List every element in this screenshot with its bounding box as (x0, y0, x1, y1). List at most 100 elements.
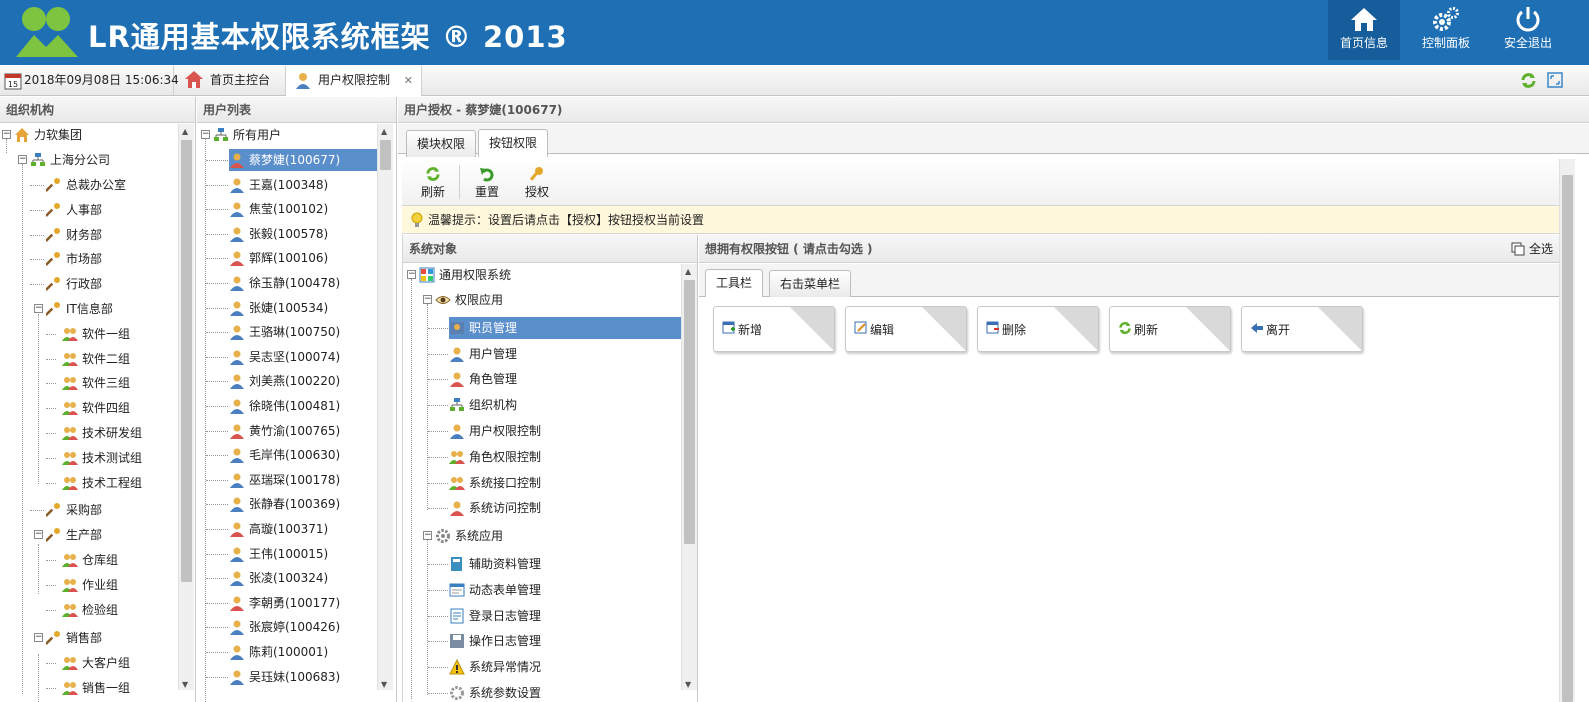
tab-button-permission[interactable]: 按钮权限 (478, 129, 549, 157)
auth-tabstrip (398, 124, 1589, 154)
collapse-toggle-icon[interactable]: − (34, 633, 43, 643)
datetime-display: 15 2018年09月08日 15:06:34 (0, 66, 179, 95)
fullscreen-icon[interactable] (1547, 72, 1563, 88)
user-icon (230, 227, 244, 242)
tip-bar: 温馨提示：设置后请点击【授权】按钮授权当前设置 (402, 206, 1559, 234)
tab-label: 首页主控台 (210, 73, 271, 87)
lightbulb-icon (411, 212, 423, 227)
group-icon (62, 476, 78, 490)
tree-label: 总裁办公室 (66, 178, 127, 192)
user-icon (230, 276, 244, 291)
toolbar (402, 159, 1559, 206)
tab-context-menu[interactable]: 右击菜单栏 (769, 270, 852, 297)
collapse-toggle-icon[interactable]: − (423, 531, 432, 541)
tree-label: 用户权限控制 (469, 424, 542, 438)
auth-scrollbar[interactable] (1559, 159, 1575, 702)
tree-label: 蔡梦婕(100677) (249, 153, 341, 167)
tree-label: 王骆琳(100750) (249, 325, 341, 340)
authorize-button[interactable]: 授权 (517, 166, 557, 200)
tree-label: 权限应用 (455, 293, 504, 307)
perm-edit-button[interactable]: 编辑 (845, 306, 967, 352)
users-scrollbar[interactable]: ▲ ▼ (377, 124, 393, 690)
tree-label: 行政部 (66, 277, 103, 292)
org-scrollbar[interactable]: ▲ ▼ (178, 124, 194, 690)
tree-label: 通用权限系统 (439, 268, 512, 282)
user-icon (230, 547, 244, 562)
toolbar-refresh-button[interactable]: 刷新 (413, 166, 453, 200)
tree-node-module[interactable]: 职员管理 (449, 316, 681, 339)
tree-label: 采购部 (66, 503, 103, 518)
control-panel-button[interactable]: 控制面板 (1410, 0, 1482, 60)
collapse-toggle-icon[interactable]: − (423, 295, 432, 304)
authorize-label: 授权 (524, 185, 549, 199)
collapse-toggle-icon[interactable]: − (201, 130, 210, 139)
tree-label: 系统异常情况 (469, 660, 542, 675)
tree-label: 力软集团 (34, 128, 83, 142)
tree-label: 吴珏妹(100683) (249, 669, 341, 684)
reset-button[interactable]: 重置 (467, 166, 507, 200)
tab-home-console[interactable]: 首页主控台 (174, 66, 286, 95)
close-icon[interactable]: ✕ (404, 66, 413, 95)
tree-label: 吴志坚(100074) (249, 349, 341, 364)
select-all-label: 全选 (1528, 242, 1553, 256)
tab-user-permission[interactable]: 用户权限控制 ✕ (286, 66, 422, 96)
tree-label: 操作日志管理 (469, 634, 542, 649)
tab-label: 用户权限控制 (318, 73, 391, 87)
collapse-toggle-icon[interactable]: − (34, 304, 43, 313)
collapse-toggle-icon[interactable]: − (407, 270, 416, 279)
collapse-toggle-icon[interactable]: − (34, 530, 43, 540)
home-icon (185, 71, 203, 88)
perm-delete-button[interactable]: 删除 (977, 306, 1099, 352)
tree-label: 李朝勇(100177) (249, 595, 341, 610)
user-icon (230, 473, 244, 488)
delete-icon (986, 321, 999, 334)
control-panel-label: 控制面板 (1421, 36, 1470, 50)
select-all-button[interactable]: 全选 (1511, 241, 1553, 257)
tree-label: 技术测试组 (82, 450, 143, 465)
refresh-icon[interactable] (1520, 72, 1537, 89)
tab-bar: 15 2018年09月08日 15:06:34 首页主控台 用户权限控制 ✕ (0, 65, 1589, 96)
button-permission-title: 想拥有权限按钮 ( 请点击勾选 ) (699, 235, 1559, 263)
tab-module-permission[interactable]: 模块权限 (406, 130, 477, 157)
home-info-button[interactable]: 首页信息 (1328, 0, 1400, 60)
tree-label: 销售部 (66, 631, 103, 646)
perm-add-button[interactable]: 新增 (713, 306, 835, 352)
female-user-icon (450, 372, 464, 388)
toolbar-refresh-label: 刷新 (420, 185, 445, 199)
user-icon (230, 620, 244, 636)
group-icon (62, 377, 78, 391)
tab-toolbar[interactable]: 工具栏 (705, 269, 764, 297)
tree-label: 所有用户 (233, 128, 282, 142)
tree-label: 仓库组 (82, 553, 119, 567)
gear-icon (436, 529, 450, 544)
perm-refresh-button[interactable]: 刷新 (1109, 306, 1231, 352)
dept-icon (46, 528, 60, 543)
users-panel: 用户列表 − 所有用户 蔡梦婕(100677) 王嘉(100348) 焦莹(100102… (197, 97, 397, 702)
logout-button[interactable]: 安全退出 (1492, 0, 1564, 60)
svg-text:15: 15 (8, 80, 18, 89)
log-icon (450, 608, 464, 624)
tree-label: 刘美燕(100220) (249, 374, 341, 389)
disk-icon (450, 634, 464, 649)
system-tree-scrollbar[interactable]: ▲ ▼ (681, 264, 697, 690)
grid-icon (419, 267, 435, 283)
group-icon (62, 682, 78, 695)
tree-label: 系统访问控制 (469, 501, 542, 516)
tree-label: 软件一组 (82, 326, 131, 341)
user-list-item[interactable]: 蔡梦婕(100677) (229, 149, 377, 171)
female-user-icon (450, 501, 464, 517)
home-info-label: 首页信息 (1339, 36, 1388, 50)
user-icon (450, 424, 464, 439)
edit-icon (854, 321, 867, 334)
perm-delete-label: 删除 (1002, 323, 1027, 337)
group-icon (62, 451, 78, 465)
perm-leave-button[interactable]: 离开 (1241, 306, 1363, 352)
tree-label: 人事部 (66, 202, 103, 217)
user-icon (230, 202, 244, 218)
tree-label: 软件三组 (82, 376, 131, 391)
tree-label: 张婕(100534) (249, 300, 329, 315)
female-user-icon (230, 596, 244, 611)
collapse-toggle-icon[interactable]: − (18, 155, 27, 164)
collapse-toggle-icon[interactable]: − (2, 130, 11, 139)
tree-label: 徐晓伟(100481) (249, 399, 341, 413)
